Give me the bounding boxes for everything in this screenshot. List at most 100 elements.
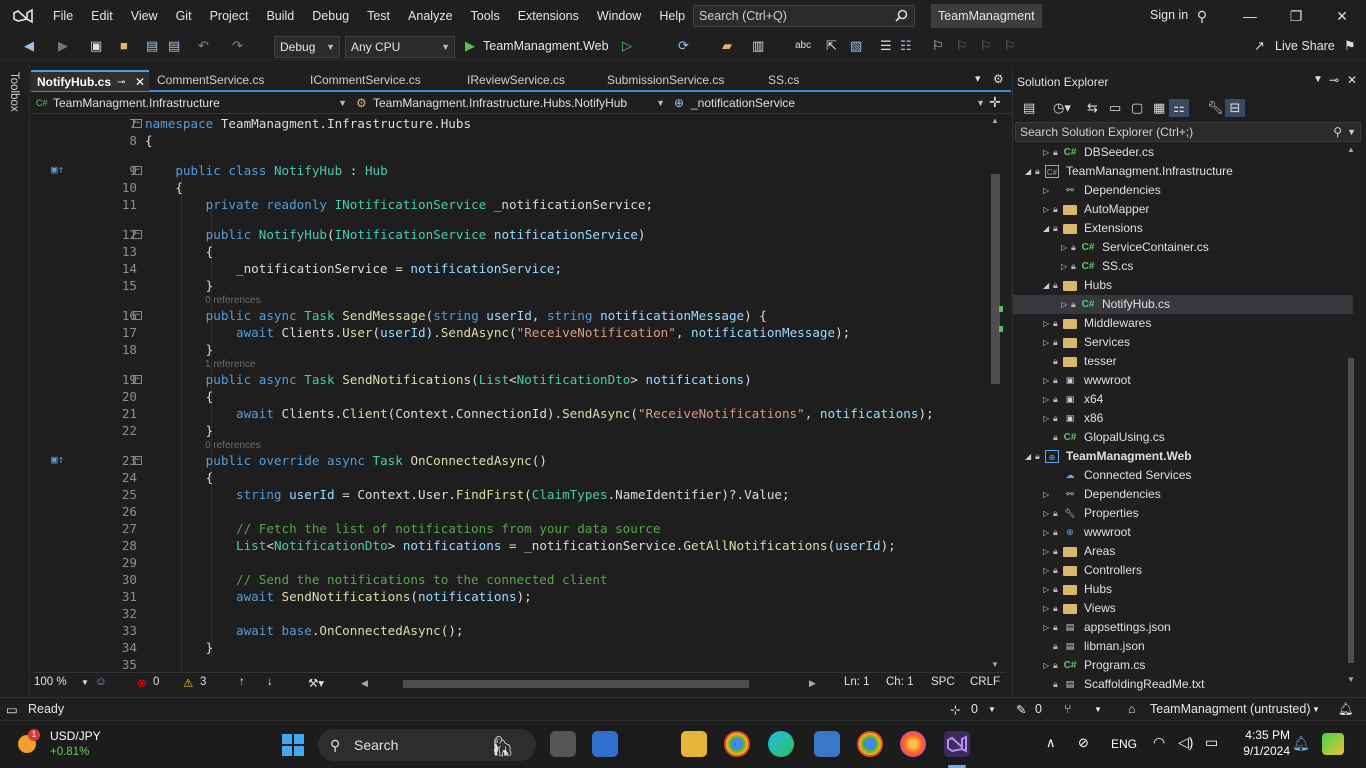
save-icon[interactable]: ▤: [146, 37, 158, 55]
tree-item-extensions[interactable]: ◢ 🔒︎ Extensions: [1013, 219, 1353, 238]
start-button[interactable]: [282, 734, 304, 756]
filter-icon[interactable]: ⚏: [1169, 99, 1189, 117]
code-cleanup-icon[interactable]: ⚒▾: [308, 676, 324, 690]
scroll-up-icon[interactable]: ▲: [991, 116, 999, 125]
class-dropdown[interactable]: ⚙ TeamManagment.Infrastructure.Hubs.Notif…: [353, 94, 667, 113]
warning-icon[interactable]: ⚠: [183, 676, 193, 690]
restore-icon[interactable]: ❐: [1286, 6, 1306, 26]
pin-icon[interactable]: ⊸: [117, 72, 125, 93]
code-line[interactable]: await SendNotifications(notifications);: [145, 589, 532, 604]
fold-icon[interactable]: −: [133, 119, 142, 128]
tree-item-controllers[interactable]: ▷ 🔒︎ Controllers: [1013, 561, 1353, 580]
properties-icon[interactable]: 🔧︎: [1207, 99, 1224, 117]
toolbox-tab[interactable]: Toolbox: [8, 72, 20, 112]
redo-icon[interactable]: ↷: [232, 37, 243, 55]
file-explorer-icon[interactable]: [681, 731, 707, 757]
tab-icommentservice[interactable]: ICommentService.cs: [304, 70, 459, 91]
save-all-icon[interactable]: ▤: [168, 37, 180, 55]
history-icon[interactable]: ◷▾: [1053, 99, 1071, 117]
menu-tools[interactable]: Tools: [462, 0, 509, 32]
run-target-label[interactable]: TeamManagment.Web: [483, 37, 609, 55]
tree-item-program[interactable]: ▷ 🔒︎ C# Program.cs: [1013, 656, 1353, 675]
bookmark-icon[interactable]: ⚐: [932, 37, 944, 55]
scroll-right-icon[interactable]: ▶: [809, 678, 816, 689]
tree-item-appsettings[interactable]: ▷ 🔒︎ ▤ appsettings.json: [1013, 618, 1353, 637]
configuration-select[interactable]: Debug ▼: [274, 36, 340, 58]
code-line[interactable]: {: [145, 133, 153, 148]
remote-desktop-icon[interactable]: [814, 731, 840, 757]
scroll-thumb[interactable]: [991, 174, 1000, 384]
settings-icon[interactable]: ⚙: [993, 72, 1004, 86]
tree-item-wwwroot[interactable]: ▷ 🔒︎ ▣ wwwroot: [1013, 371, 1353, 390]
notification-bell-icon[interactable]: 🔔︎: [1292, 735, 1310, 752]
tab-ireviewservice[interactable]: IReviewService.cs: [461, 70, 599, 91]
git-push-icon[interactable]: ⊹: [950, 702, 960, 717]
line-indicator[interactable]: Ln: 1: [844, 676, 870, 688]
live-share-icon[interactable]: ↗: [1254, 37, 1265, 55]
menu-git[interactable]: Git: [167, 0, 201, 32]
fold-icon[interactable]: −: [133, 230, 142, 239]
folder-icon[interactable]: ▰: [722, 37, 732, 55]
close-tab-icon[interactable]: ✕: [135, 72, 145, 93]
active-doc-icon[interactable]: ⊟: [1225, 99, 1245, 117]
tree-item-libman[interactable]: 🔒︎ ▤ libman.json: [1013, 637, 1353, 656]
switch-views-icon[interactable]: ▤: [1023, 99, 1035, 117]
chevron-down-icon[interactable]: ▼: [1094, 705, 1102, 714]
tree-item-notifyhub[interactable]: ▷ 🔒︎ C# NotifyHub.cs: [1013, 295, 1353, 314]
code-line[interactable]: _notificationService = notificationServi…: [145, 261, 562, 276]
code-line[interactable]: string userId = Context.User.FindFirst(C…: [145, 487, 790, 502]
tab-notifyhub[interactable]: NotifyHub.cs ⊸ ✕: [31, 70, 149, 91]
tree-item-hubs[interactable]: ◢ 🔒︎ Hubs: [1013, 276, 1353, 295]
fold-icon[interactable]: −: [133, 311, 142, 320]
tree-item-scaffolding-readme[interactable]: 🔒︎ ▤ ScaffoldingReadMe.txt: [1013, 675, 1353, 691]
close-icon[interactable]: ✕: [1332, 6, 1352, 26]
copilot-taskbar-icon[interactable]: [1322, 733, 1344, 755]
close-icon[interactable]: ✕: [1347, 73, 1357, 87]
edge-icon[interactable]: [768, 731, 794, 757]
widgets-app-icon[interactable]: [592, 731, 618, 757]
project-title-badge[interactable]: TeamManagment: [931, 4, 1042, 28]
notifications-icon[interactable]: 🔔︎: [1338, 702, 1354, 717]
chrome-icon[interactable]: [724, 731, 750, 757]
codelens-references[interactable]: 0 references: [205, 440, 261, 451]
code-line[interactable]: // Fetch the list of notifications from …: [145, 521, 661, 536]
tree-item-infrastructure-project[interactable]: ◢ 🔒︎ C# TeamManagment.Infrastructure: [1013, 162, 1353, 181]
run-without-debug-icon[interactable]: ▷: [622, 37, 632, 55]
solution-explorer-scrollbar[interactable]: ▲ ▼: [1345, 143, 1357, 689]
back-icon[interactable]: ◀: [24, 37, 34, 55]
indent-icon[interactable]: ☰: [880, 37, 892, 55]
tree-item-web-wwwroot[interactable]: ▷ 🔒︎ ⊕ wwwroot: [1013, 523, 1353, 542]
tree-item-tesser[interactable]: 🔒︎ tesser: [1013, 352, 1353, 371]
code-line[interactable]: }: [145, 640, 214, 655]
prev-issue-icon[interactable]: ↑: [239, 676, 245, 688]
code-line[interactable]: {: [145, 470, 214, 485]
forward-icon[interactable]: ▶: [58, 37, 68, 55]
tree-item-x86[interactable]: ▷ 🔒︎ ▣ x86: [1013, 409, 1353, 428]
menu-file[interactable]: File: [44, 0, 82, 32]
changes-count[interactable]: 0: [1035, 702, 1042, 716]
widget-title[interactable]: USD/JPY: [50, 729, 101, 743]
menu-project[interactable]: Project: [201, 0, 258, 32]
scroll-up-icon[interactable]: ▲: [1347, 145, 1355, 154]
zoom-level[interactable]: 100 %: [34, 676, 67, 688]
sign-in-link[interactable]: Sign in: [1150, 8, 1188, 22]
tree-item-servicecontainer[interactable]: ▷ 🔒︎ C# ServiceContainer.cs: [1013, 238, 1353, 257]
scroll-thumb[interactable]: [1348, 358, 1354, 663]
tree-item-automapper[interactable]: ▷ 🔒︎ AutoMapper: [1013, 200, 1353, 219]
fold-icon[interactable]: −: [133, 375, 142, 384]
minimize-icon[interactable]: —: [1240, 6, 1260, 26]
push-count[interactable]: 0: [971, 702, 978, 716]
code-line[interactable]: // Send the notifications to the connect…: [145, 572, 608, 587]
chevron-down-icon[interactable]: ▼: [1312, 705, 1320, 714]
code-editor[interactable]: ▣↑ ▣↑ 7 − namespace TeamManagment.Infras…: [31, 114, 986, 672]
code-line[interactable]: private readonly INotificationService _n…: [145, 197, 653, 212]
chevron-down-icon[interactable]: ▼: [1347, 123, 1356, 141]
repository-icon[interactable]: ⌂: [1128, 702, 1136, 716]
code-line[interactable]: await Clients.Client(Context.ConnectionI…: [145, 406, 934, 421]
panel-menu-icon[interactable]: ▼: [1313, 74, 1323, 85]
volume-icon[interactable]: ◁): [1178, 734, 1193, 751]
widget-value[interactable]: +0.81%: [50, 746, 89, 758]
menu-edit[interactable]: Edit: [82, 0, 122, 32]
outdent-icon[interactable]: ☷: [900, 37, 912, 55]
tree-item-connected-services[interactable]: ☁ Connected Services: [1013, 466, 1353, 485]
